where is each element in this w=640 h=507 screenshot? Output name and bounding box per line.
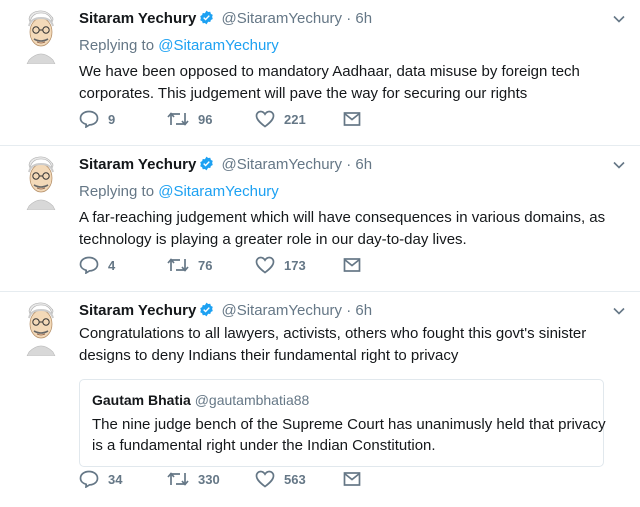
like-count: 173 xyxy=(284,257,306,273)
quoted-tweet-text: The nine judge bench of the Supreme Cour… xyxy=(92,414,606,456)
tweet-text-line: corporates. This judgement will pave the… xyxy=(79,85,528,102)
author-handle[interactable]: @SitaramYechury xyxy=(221,10,342,27)
message-button[interactable] xyxy=(343,111,361,127)
quoted-author-name: Gautam Bhatia xyxy=(92,392,191,408)
tweet[interactable]: Sitaram Yechury @SitaramYechury · 6h Rep… xyxy=(0,0,640,146)
separator-dot: · xyxy=(346,10,352,27)
retweet-icon xyxy=(167,256,189,274)
avatar[interactable] xyxy=(21,10,61,65)
tweet-actions: 34 330 563 xyxy=(79,469,361,489)
heart-icon xyxy=(255,110,275,128)
retweet-count: 330 xyxy=(198,471,220,487)
verified-badge-icon xyxy=(199,10,214,31)
timestamp[interactable]: 6h xyxy=(355,302,372,319)
retweet-count: 76 xyxy=(198,257,213,273)
replying-to: Replying to @SitaramYechury xyxy=(79,36,626,56)
author-handle[interactable]: @SitaramYechury xyxy=(221,302,342,319)
tweet-text-line: A far-reaching judgement which will have… xyxy=(79,209,606,226)
like-count: 563 xyxy=(284,471,306,487)
replying-to-link[interactable]: @SitaramYechury xyxy=(158,183,279,200)
chevron-down-icon[interactable] xyxy=(612,158,626,177)
quoted-text-line: is a fundamental right under the Indian … xyxy=(92,437,436,454)
separator-dot: · xyxy=(346,302,352,319)
reply-button[interactable]: 4 xyxy=(79,256,167,274)
reply-icon xyxy=(79,470,99,488)
like-button[interactable]: 563 xyxy=(255,470,343,488)
author-name[interactable]: Sitaram Yechury xyxy=(79,156,196,173)
tweet-text-line: Congratulations to all lawyers, activist… xyxy=(79,325,587,342)
reply-icon xyxy=(79,256,99,274)
verified-badge-icon xyxy=(199,156,214,177)
retweet-count: 96 xyxy=(198,111,213,127)
like-button[interactable]: 173 xyxy=(255,256,343,274)
heart-icon xyxy=(255,470,275,488)
reply-button[interactable]: 34 xyxy=(79,470,167,488)
tweet[interactable]: Sitaram Yechury @SitaramYechury · 6h Rep… xyxy=(0,146,640,292)
tweet-text: We have been opposed to mandatory Aadhaa… xyxy=(79,61,626,105)
like-count: 221 xyxy=(284,111,306,127)
replying-to-link[interactable]: @SitaramYechury xyxy=(158,37,279,54)
tweet[interactable]: Sitaram Yechury @SitaramYechury · 6h Con… xyxy=(0,292,640,507)
retweet-button[interactable]: 96 xyxy=(167,110,255,128)
timestamp[interactable]: 6h xyxy=(355,156,372,173)
author-name[interactable]: Sitaram Yechury xyxy=(79,302,196,319)
verified-badge-icon xyxy=(199,302,214,323)
quoted-text-line: The nine judge bench of the Supreme Cour… xyxy=(92,416,606,433)
like-button[interactable]: 221 xyxy=(255,110,343,128)
avatar[interactable] xyxy=(21,302,61,357)
envelope-icon xyxy=(343,257,361,273)
retweet-button[interactable]: 330 xyxy=(167,470,255,488)
tweet-text: Congratulations to all lawyers, activist… xyxy=(79,323,626,367)
replying-to: Replying to @SitaramYechury xyxy=(79,182,626,202)
reply-count: 9 xyxy=(108,111,116,127)
chevron-down-icon[interactable] xyxy=(612,304,626,323)
reply-count: 4 xyxy=(108,257,116,273)
tweet-text-line: We have been opposed to mandatory Aadhaa… xyxy=(79,63,580,80)
author-name[interactable]: Sitaram Yechury xyxy=(79,10,196,27)
envelope-icon xyxy=(343,111,361,127)
replying-prefix: Replying to xyxy=(79,37,155,54)
tweet-text: A far-reaching judgement which will have… xyxy=(79,207,626,251)
separator-dot: · xyxy=(346,156,352,173)
reply-count: 34 xyxy=(108,471,123,487)
retweet-button[interactable]: 76 xyxy=(167,256,255,274)
envelope-icon xyxy=(343,471,361,487)
quoted-tweet[interactable]: Gautam Bhatia @gautambhatia88 The nine j… xyxy=(79,379,606,467)
tweet-text-line: designs to deny Indians their fundamenta… xyxy=(79,347,459,364)
tweet-actions: 4 76 173 xyxy=(79,255,361,275)
reply-button[interactable]: 9 xyxy=(79,110,167,128)
author-handle[interactable]: @SitaramYechury xyxy=(221,156,342,173)
avatar[interactable] xyxy=(21,156,61,211)
tweet-actions: 9 96 221 xyxy=(79,109,361,129)
retweet-icon xyxy=(167,470,189,488)
message-button[interactable] xyxy=(343,471,361,487)
chevron-down-icon[interactable] xyxy=(612,12,626,31)
replying-prefix: Replying to xyxy=(79,183,155,200)
quoted-author-handle: @gautambhatia88 xyxy=(194,392,310,408)
timestamp[interactable]: 6h xyxy=(355,10,372,27)
message-button[interactable] xyxy=(343,257,361,273)
reply-icon xyxy=(79,110,99,128)
heart-icon xyxy=(255,256,275,274)
retweet-icon xyxy=(167,110,189,128)
tweet-text-line: technology is playing a greater role in … xyxy=(79,231,467,248)
